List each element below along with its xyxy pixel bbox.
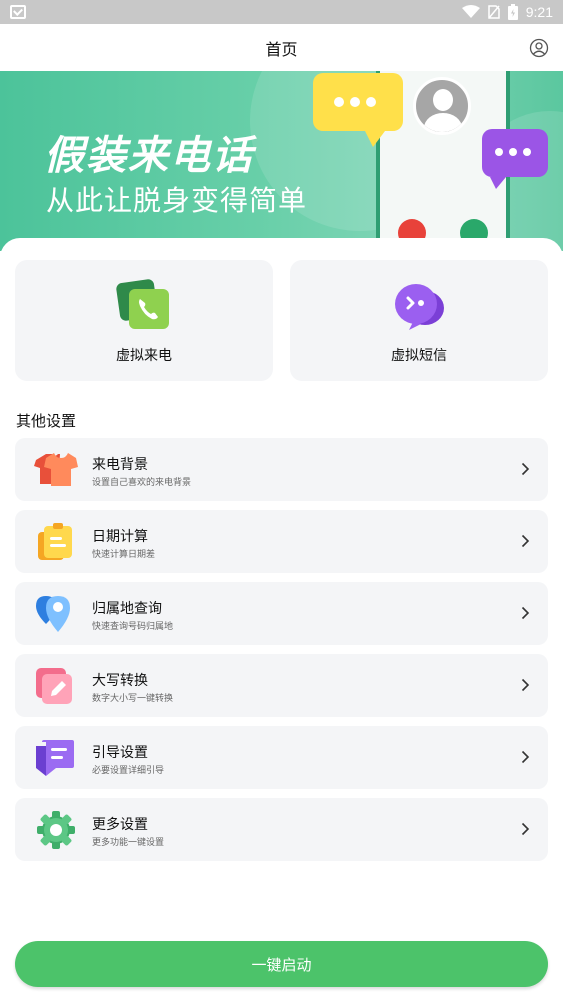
list-item-call-background[interactable]: 来电背景 设置自己喜欢的来电背景 [15,438,548,501]
list-item-subtitle: 数字大小写一键转换 [92,694,174,704]
banner-title: 假装来电话 [44,133,254,179]
banner-subtitle: 从此让脱身变得简单 [46,184,308,217]
chevron-right-icon [521,534,530,548]
virtual-call-card[interactable]: 虚拟来电 [15,260,273,381]
content-sheet: 虚拟来电 虚拟短信 其他设置 来电背景 设置自己喜欢的来电背景 日期计算 快速计… [0,238,563,1000]
list-item-title: 引导设置 [92,745,148,761]
top-app-bar: 首页 [0,24,563,72]
gear-icon [37,811,75,849]
one-click-start-button[interactable]: 一键启动 [15,941,548,987]
clipboard-icon [38,523,72,560]
chevron-right-icon [521,750,530,764]
virtual-sms-card[interactable]: 虚拟短信 [290,260,548,381]
promo-banner[interactable]: 假装来电话 从此让脱身变得简单 [0,71,563,251]
location-pin-icon [36,596,70,632]
list-item-subtitle: 快速查询号码归属地 [92,622,174,632]
list-item-location-lookup[interactable]: 归属地查询 快速查询号码归属地 [15,582,548,645]
list-item-uppercase-convert[interactable]: 大写转换 数字大小写一键转换 [15,654,548,717]
chevron-right-icon [521,606,530,620]
phone-call-icon [116,279,169,329]
list-item-title: 大写转换 [92,673,148,689]
chat-bubble-icon [482,129,548,189]
no-sim-icon [488,5,500,19]
list-item-title: 归属地查询 [92,601,162,617]
feature-cards: 虚拟来电 虚拟短信 [15,260,548,381]
list-item-guide-settings[interactable]: 引导设置 必要设置详细引导 [15,726,548,789]
list-item-title: 日期计算 [92,529,148,545]
wifi-icon [461,5,480,18]
chevron-right-icon [521,678,530,692]
list-item-subtitle: 必要设置详细引导 [92,766,165,776]
list-item-subtitle: 设置自己喜欢的来电背景 [92,478,192,488]
virtual-sms-label: 虚拟短信 [391,348,447,364]
list-item-subtitle: 快速计算日期差 [92,550,156,560]
tshirt-icon [34,453,78,486]
list-item-date-calc[interactable]: 日期计算 快速计算日期差 [15,510,548,573]
page-title: 首页 [265,40,298,59]
chevron-right-icon [521,462,530,476]
notification-mailbox-icon [10,5,26,19]
status-bar: 9:21 [0,0,563,24]
chat-bubble-icon [313,73,403,147]
caller-avatar-icon [413,77,471,135]
guide-icon [36,740,74,776]
list-item-title: 更多设置 [92,817,148,833]
battery-icon [507,4,518,20]
list-item-more-settings[interactable]: 更多设置 更多功能一键设置 [15,798,548,861]
user-profile-icon[interactable] [529,38,549,58]
list-item-title: 来电背景 [92,457,148,473]
list-item-subtitle: 更多功能一键设置 [92,838,165,848]
settings-list: 来电背景 设置自己喜欢的来电背景 日期计算 快速计算日期差 归属地查询 快速查询… [15,438,548,870]
edit-pen-icon [36,668,72,704]
chevron-right-icon [521,822,530,836]
section-title: 其他设置 [16,412,77,430]
chat-message-icon [395,284,444,330]
status-time: 9:21 [525,4,553,20]
virtual-call-label: 虚拟来电 [116,348,172,364]
